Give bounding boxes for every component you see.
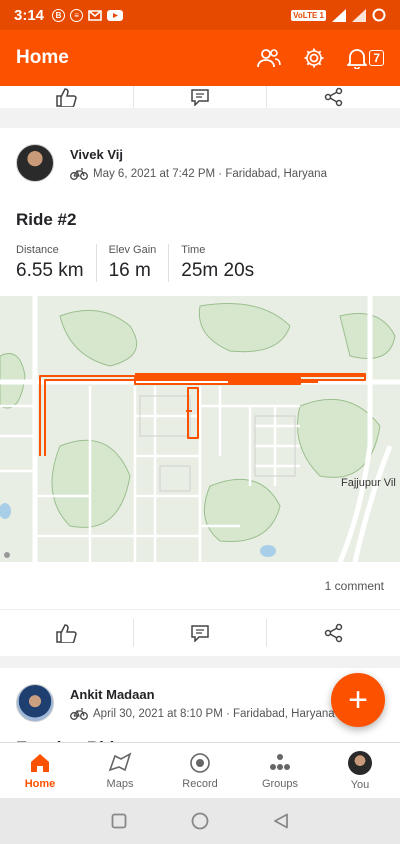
nav-home[interactable]: Home (0, 743, 80, 798)
chat-notification-icon: ≡ (70, 8, 84, 22)
route-map[interactable]: Fajjupur Vil (0, 296, 400, 562)
groups-icon (270, 753, 290, 770)
activity-actions (0, 610, 400, 656)
stat-time: Time 25m 20s (181, 244, 266, 282)
add-activity-button[interactable]: + (331, 673, 385, 727)
recents-icon[interactable] (111, 813, 127, 829)
page-title: Home (16, 47, 69, 68)
athlete-name[interactable]: Ankit Madaan (70, 687, 335, 702)
comment-button[interactable] (134, 619, 268, 647)
athlete-name[interactable]: Vivek Vij (70, 147, 327, 162)
nav-label: You (350, 778, 370, 791)
volte-indicator: VoLTE 1 (291, 9, 326, 21)
share-button[interactable] (267, 86, 400, 108)
stat-value: 6.55 km (16, 260, 84, 281)
status-time: 3:14 (14, 6, 45, 24)
card-separator (0, 108, 400, 128)
comment-icon (191, 625, 209, 642)
activity-title[interactable]: Ride #2 (0, 182, 400, 230)
share-icon (324, 87, 342, 107)
stat-label: Distance (16, 244, 59, 256)
stat-label: Time (181, 244, 206, 256)
stat-label: Elev Gain (108, 244, 157, 256)
nav-record[interactable]: Record (160, 743, 240, 798)
activity-title[interactable]: Evening Ride (0, 722, 400, 742)
nav-label: Maps (106, 777, 134, 790)
nav-you[interactable]: You (320, 743, 400, 798)
bell-icon (347, 49, 368, 69)
thumbs-up-icon (56, 88, 78, 107)
youtube-notification-icon (107, 9, 124, 21)
battery-icon (372, 8, 386, 22)
stat-distance: Distance 6.55 km (16, 244, 97, 282)
activity-date-location: April 30, 2021 at 8:10 PM · Faridabad, H… (93, 708, 335, 720)
previous-activity-actions (0, 86, 400, 108)
home-icon (31, 753, 49, 772)
map-place-label: Fajjupur Vil (341, 477, 396, 489)
nav-label: Groups (261, 777, 299, 790)
activity-date-location: May 6, 2021 at 7:42 PM · Faridabad, Hary… (93, 168, 327, 180)
mail-notification-icon (88, 9, 102, 21)
athlete-avatar[interactable] (16, 144, 54, 182)
stat-value: 25m 20s (181, 260, 255, 281)
maps-icon (108, 751, 132, 771)
bottom-navigation: Home Maps Record Groups You (0, 742, 400, 798)
app-bar: Home 7 (0, 30, 400, 86)
thumbs-up-icon (56, 624, 78, 643)
activity-card[interactable]: Vivek Vij May 6, 2021 at 7:42 PM · Farid… (0, 128, 400, 656)
find-friends-icon[interactable] (257, 47, 282, 69)
kudos-button[interactable] (0, 86, 134, 108)
bike-icon (70, 168, 88, 180)
share-button[interactable] (267, 619, 400, 647)
signal-icon (332, 8, 346, 22)
system-navigation (0, 798, 400, 844)
home-circle-icon[interactable] (191, 812, 209, 830)
activity-feed[interactable]: Vivek Vij May 6, 2021 at 7:42 PM · Farid… (0, 86, 400, 742)
card-separator (0, 656, 400, 668)
share-icon (324, 623, 342, 643)
comment-count-link[interactable]: 1 comment (0, 562, 400, 610)
comment-button[interactable] (134, 86, 268, 108)
nav-label: Home (24, 777, 56, 790)
profile-avatar (348, 750, 372, 775)
settings-gear-icon[interactable] (303, 47, 325, 69)
bike-icon (70, 708, 88, 720)
b-notification-icon: B (52, 8, 66, 22)
activity-stats: Distance 6.55 km Elev Gain 16 m Time 25m… (0, 230, 400, 282)
status-bar: 3:14 B ≡ VoLTE 1 (0, 0, 400, 30)
stat-elev-gain: Elev Gain 16 m (109, 244, 170, 282)
comment-icon (191, 89, 209, 106)
signal-icon (352, 8, 366, 22)
back-icon[interactable] (273, 813, 289, 829)
stat-value: 16 m (108, 260, 151, 281)
record-icon (190, 752, 210, 773)
kudos-button[interactable] (0, 619, 134, 647)
athlete-avatar[interactable] (16, 684, 54, 722)
nav-groups[interactable]: Groups (240, 743, 320, 798)
nav-label: Record (182, 777, 218, 790)
notifications-button[interactable]: 7 (347, 47, 384, 69)
notification-count-badge: 7 (369, 50, 384, 66)
nav-maps[interactable]: Maps (80, 743, 160, 798)
